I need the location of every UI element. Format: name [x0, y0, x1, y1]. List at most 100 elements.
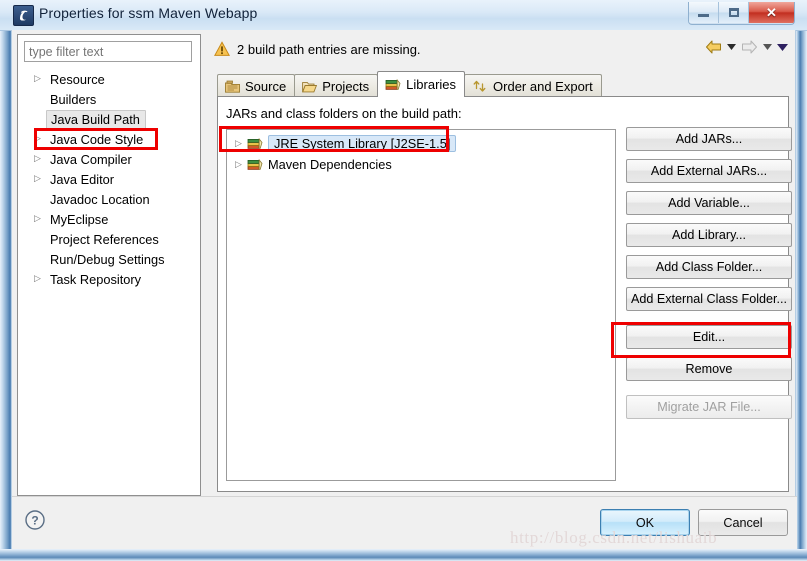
cancel-label: Cancel: [723, 515, 763, 530]
sidebar-item-resource[interactable]: ▷ Resource: [18, 69, 200, 89]
chevron-right-icon: ▷: [34, 133, 41, 143]
cancel-button[interactable]: Cancel: [698, 509, 788, 536]
tab-projects[interactable]: Projects: [294, 74, 379, 97]
add-external-class-folder-label: Add External Class Folder...: [630, 292, 788, 306]
sidebar-item-label: Task Repository: [50, 271, 142, 287]
remove-button[interactable]: Remove: [626, 357, 792, 381]
sidebar-item-label: Builders: [50, 91, 97, 107]
warning-banner: 2 build path entries are missing.: [208, 38, 421, 60]
chevron-right-icon: ▷: [34, 213, 41, 223]
library-entry-jre-system-library[interactable]: ▷ JRE System Library [J2SE-1.5]: [227, 133, 615, 154]
window-border-bottom: [0, 549, 807, 561]
order-export-icon: [472, 80, 488, 93]
maximize-icon: [728, 8, 739, 17]
back-arrow-icon[interactable]: [704, 39, 722, 55]
close-icon: ✕: [766, 5, 777, 20]
library-entry-label: Maven Dependencies: [268, 157, 392, 172]
tab-order-and-export[interactable]: Order and Export: [464, 74, 602, 97]
tab-bar: Source Projects Libraries Order and Expo…: [217, 71, 602, 97]
tab-source[interactable]: Source: [217, 74, 296, 97]
window-title: Properties for ssm Maven Webapp: [39, 5, 258, 21]
sidebar-item-java-build-path[interactable]: Java Build Path: [18, 109, 200, 129]
window-controls: ✕: [688, 2, 795, 25]
sidebar-item-label: Java Code Style: [50, 131, 144, 147]
sidebar-item-builders[interactable]: Builders: [18, 89, 200, 109]
edit-label: Edit...: [692, 330, 726, 344]
dialog-window: Properties for ssm Maven Webapp ✕ ▷ Reso…: [0, 0, 807, 561]
library-entry-label: JRE System Library [J2SE-1.5]: [268, 135, 457, 152]
chevron-right-icon: ▷: [34, 73, 41, 83]
minimize-button[interactable]: [689, 2, 719, 23]
filter-input[interactable]: [24, 41, 192, 62]
add-external-class-folder-button[interactable]: Add External Class Folder...: [626, 287, 792, 311]
libraries-hint-label: JARs and class folders on the build path…: [226, 106, 462, 121]
settings-tree: ▷ Resource Builders Java Build Path ▷ Ja…: [18, 67, 200, 495]
add-external-jars-button[interactable]: Add External JARs...: [626, 159, 792, 183]
sidebar-item-label: Javadoc Location: [50, 191, 150, 207]
sidebar-item-java-editor[interactable]: ▷ Java Editor: [18, 169, 200, 189]
add-jars-label: Add JARs...: [675, 132, 743, 146]
libraries-hint-text: JARs and class folders on the build path…: [226, 106, 462, 121]
ok-button[interactable]: OK: [600, 509, 690, 536]
migrate-jar-file-button: Migrate JAR File...: [626, 395, 792, 419]
add-jars-button[interactable]: Add JARs...: [626, 127, 792, 151]
close-button[interactable]: ✕: [749, 2, 794, 23]
sidebar-item-label: Java Compiler: [50, 151, 132, 167]
tab-label: Projects: [322, 78, 370, 94]
sidebar-item-label: Resource: [50, 71, 105, 87]
settings-tree-panel: ▷ Resource Builders Java Build Path ▷ Ja…: [17, 34, 201, 496]
sidebar-item-javadoc-location[interactable]: Javadoc Location: [18, 189, 200, 209]
remove-label: Remove: [685, 362, 733, 376]
add-variable-button[interactable]: Add Variable...: [626, 191, 792, 215]
maximize-button[interactable]: [719, 2, 749, 23]
svg-text:?: ?: [31, 514, 38, 528]
chevron-right-icon: ▷: [34, 273, 41, 283]
library-icon: [247, 137, 263, 150]
sidebar-item-label: Java Editor: [50, 171, 115, 187]
warning-message: 2 build path entries are missing.: [237, 41, 421, 57]
sidebar-item-task-repository[interactable]: ▷ Task Repository: [18, 269, 200, 289]
libraries-action-buttons: Add JARs... Add External JARs... Add Var…: [626, 127, 792, 427]
tab-label: Order and Export: [493, 78, 593, 94]
sidebar-item-project-references[interactable]: Project References: [18, 229, 200, 249]
sidebar-item-label: Java Build Path: [46, 109, 146, 129]
view-menu-icon[interactable]: [776, 39, 788, 55]
sidebar-item-label: Run/Debug Settings: [50, 251, 165, 267]
window-border-right: [796, 0, 807, 561]
libraries-tab-panel: JARs and class folders on the build path…: [217, 96, 792, 492]
edit-button[interactable]: Edit...: [626, 325, 792, 349]
dialog-footer: ? OK Cancel: [12, 496, 797, 549]
add-library-button[interactable]: Add Library...: [626, 223, 792, 247]
properties-page: 2 build path entries are missing. Source…: [208, 34, 792, 496]
projects-folder-icon: [302, 80, 318, 93]
source-folder-icon: [225, 80, 240, 93]
chevron-right-icon[interactable]: ▷: [235, 138, 247, 149]
tab-label: Libraries: [406, 77, 457, 92]
sidebar-item-run-debug-settings[interactable]: Run/Debug Settings: [18, 249, 200, 269]
forward-arrow-icon: [740, 39, 758, 55]
sidebar-item-label: MyEclipse: [50, 211, 109, 227]
titlebar[interactable]: Properties for ssm Maven Webapp ✕: [0, 0, 807, 30]
sidebar-item-java-code-style[interactable]: ▷ Java Code Style: [18, 129, 200, 149]
add-external-jars-label: Add External JARs...: [650, 164, 768, 178]
back-dropdown-icon[interactable]: [725, 39, 737, 55]
minimize-icon: [698, 14, 709, 17]
sidebar-item-myeclipse[interactable]: ▷ MyEclipse: [18, 209, 200, 229]
chevron-right-icon[interactable]: ▷: [235, 159, 247, 170]
sidebar-item-java-compiler[interactable]: ▷ Java Compiler: [18, 149, 200, 169]
library-icon: [247, 158, 263, 171]
forward-dropdown-icon[interactable]: [761, 39, 773, 55]
libraries-books-icon: [385, 78, 401, 91]
libraries-tree: ▷ JRE System Library [J2SE-1.5] ▷ Maven …: [226, 129, 616, 481]
add-variable-label: Add Variable...: [668, 196, 750, 210]
add-class-folder-button[interactable]: Add Class Folder...: [626, 255, 792, 279]
add-class-folder-label: Add Class Folder...: [655, 260, 763, 274]
help-icon[interactable]: ?: [24, 509, 46, 531]
sidebar-item-label: Project References: [50, 231, 159, 247]
page-navigation: [704, 39, 788, 55]
tab-libraries[interactable]: Libraries: [377, 71, 466, 97]
library-entry-maven-dependencies[interactable]: ▷ Maven Dependencies: [227, 154, 615, 175]
chevron-right-icon: ▷: [34, 153, 41, 163]
dialog-client-area: ▷ Resource Builders Java Build Path ▷ Ja…: [11, 30, 797, 549]
tab-label: Source: [245, 78, 287, 94]
